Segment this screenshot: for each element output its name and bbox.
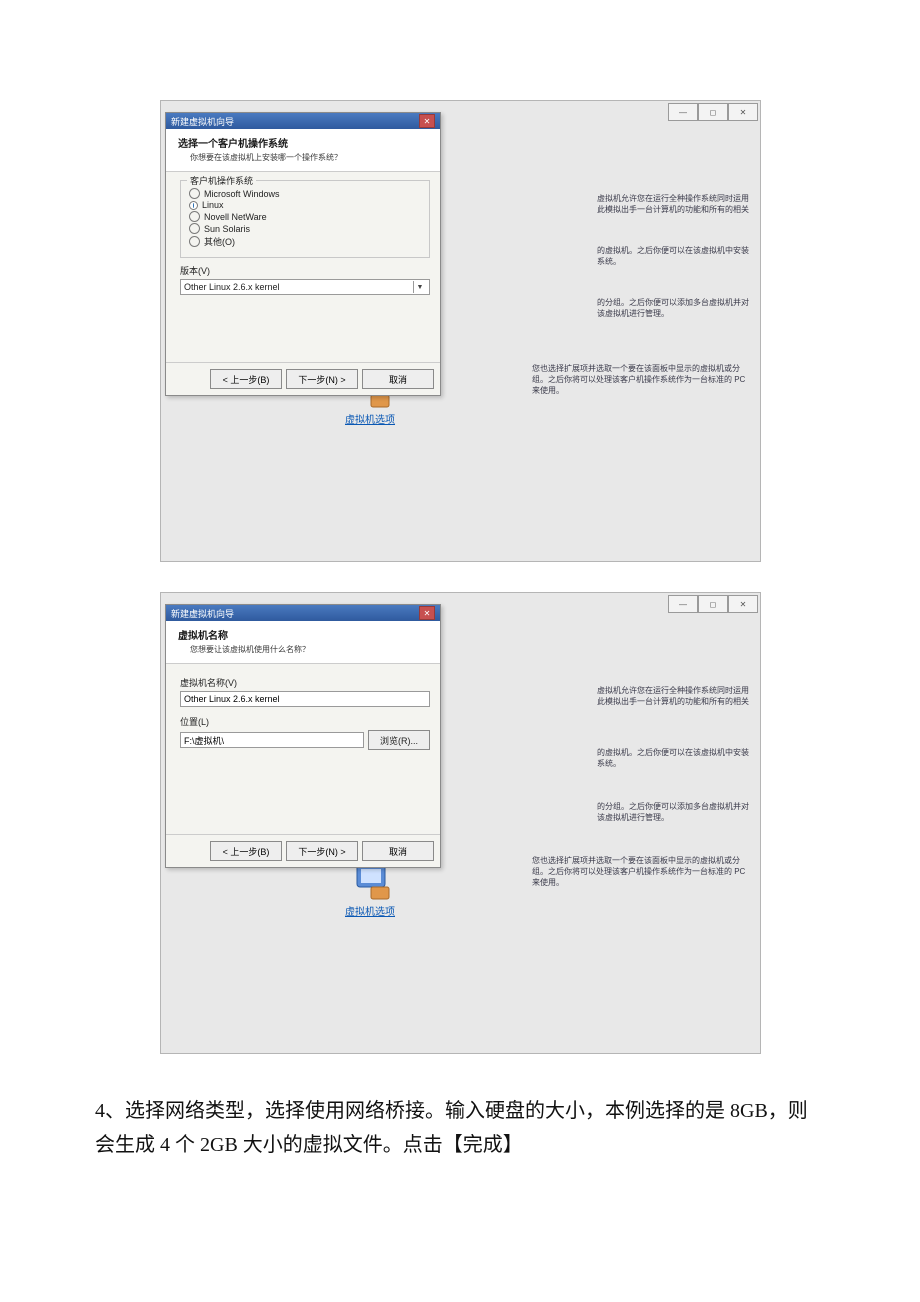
radio-windows[interactable]: Microsoft Windows bbox=[189, 188, 421, 199]
minimize-button[interactable]: — bbox=[668, 595, 698, 613]
window-controls: — ◻ ✕ bbox=[668, 595, 758, 613]
wizard-close-icon[interactable]: ✕ bbox=[419, 114, 435, 128]
side-hint-2: 的虚拟机。之后你便可以在该虚拟机中安装系统。 bbox=[597, 747, 752, 769]
back-button[interactable]: < 上一步(B) bbox=[210, 841, 282, 861]
vm-location-label: 位置(L) bbox=[180, 715, 430, 728]
maximize-button[interactable]: ◻ bbox=[698, 103, 728, 121]
side-hint-4: 您也选择扩展项并选取一个要在该面板中显示的虚拟机或分组。之后你将可以处理该客户机… bbox=[532, 363, 752, 396]
wizard-footer: < 上一步(B) 下一步(N) > 取消 bbox=[166, 362, 440, 395]
vmware-window-1: — ◻ ✕ 虚拟机允许您在运行全种操作系统同时运用此模拟出手一台计算机的功能和所… bbox=[160, 100, 761, 562]
side-hint-4: 您也选择扩展项并选取一个要在该面板中显示的虚拟机或分组。之后你将可以处理该客户机… bbox=[532, 855, 752, 888]
wizard-title-text: 新建虚拟机向导 bbox=[171, 115, 234, 128]
wizard-body: 虚拟机名称(V) 位置(L) 浏览(R)... bbox=[166, 664, 440, 834]
wizard-titlebar: 新建虚拟机向导 ✕ bbox=[166, 605, 440, 621]
vm-location-input[interactable] bbox=[180, 732, 364, 748]
vmware-window-2: — ◻ ✕ 虚拟机允许您在运行全种操作系统同时运用此模拟出手一台计算机的功能和所… bbox=[160, 592, 761, 1054]
minimize-button[interactable]: — bbox=[668, 103, 698, 121]
guest-os-group: 客户机操作系统 Microsoft Windows Linux Novell N… bbox=[180, 180, 430, 258]
wizard-subheading: 您想要让该虚拟机使用什么名称？ bbox=[190, 644, 430, 655]
radio-solaris[interactable]: Sun Solaris bbox=[189, 223, 421, 234]
radio-novell[interactable]: Novell NetWare bbox=[189, 211, 421, 222]
wizard-close-icon[interactable]: ✕ bbox=[419, 606, 435, 620]
wizard-title-text: 新建虚拟机向导 bbox=[171, 607, 234, 620]
vm-name-label: 虚拟机名称(V) bbox=[180, 676, 430, 689]
wizard-body: 客户机操作系统 Microsoft Windows Linux Novell N… bbox=[166, 172, 440, 362]
version-select[interactable]: Other Linux 2.6.x kernel ▼ bbox=[180, 279, 430, 295]
side-hint-3: 的分组。之后你便可以添加多台虚拟机并对该虚拟机进行管理。 bbox=[597, 297, 752, 319]
next-button[interactable]: 下一步(N) > bbox=[286, 841, 358, 861]
wizard-dialog-name: 新建虚拟机向导 ✕ 虚拟机名称 您想要让该虚拟机使用什么名称？ 虚拟机名称(V)… bbox=[165, 604, 441, 868]
version-value: Other Linux 2.6.x kernel bbox=[184, 282, 280, 292]
maximize-button[interactable]: ◻ bbox=[698, 595, 728, 613]
next-button[interactable]: 下一步(N) > bbox=[286, 369, 358, 389]
wizard-titlebar: 新建虚拟机向导 ✕ bbox=[166, 113, 440, 129]
version-label: 版本(V) bbox=[180, 264, 430, 277]
document-caption: 4、选择网络类型，选择使用网络桥接。输入硬盘的大小，本例选择的是 8GB，则会生… bbox=[0, 1054, 920, 1202]
chevron-down-icon: ▼ bbox=[413, 281, 426, 293]
wizard-heading: 选择一个客户机操作系统 bbox=[178, 135, 430, 150]
wizard-subheading: 你想要在该虚拟机上安装哪一个操作系统？ bbox=[190, 152, 430, 163]
radio-linux[interactable]: Linux bbox=[189, 200, 421, 210]
close-button[interactable]: ✕ bbox=[728, 595, 758, 613]
side-hint-3: 的分组。之后你便可以添加多台虚拟机并对该虚拟机进行管理。 bbox=[597, 801, 752, 823]
browse-button[interactable]: 浏览(R)... bbox=[368, 730, 430, 750]
cancel-button[interactable]: 取消 bbox=[362, 369, 434, 389]
wizard-header: 选择一个客户机操作系统 你想要在该虚拟机上安装哪一个操作系统？ bbox=[166, 129, 440, 172]
vm-name-input[interactable] bbox=[180, 691, 430, 707]
wizard-header: 虚拟机名称 您想要让该虚拟机使用什么名称？ bbox=[166, 621, 440, 664]
workstation-link[interactable]: 虚拟机选项 bbox=[345, 411, 395, 426]
wizard-footer: < 上一步(B) 下一步(N) > 取消 bbox=[166, 834, 440, 867]
radio-other[interactable]: 其他(O) bbox=[189, 235, 421, 248]
back-button[interactable]: < 上一步(B) bbox=[210, 369, 282, 389]
window-controls: — ◻ ✕ bbox=[668, 103, 758, 121]
side-hint-1: 虚拟机允许您在运行全种操作系统同时运用此模拟出手一台计算机的功能和所有的相关 bbox=[597, 193, 752, 215]
workstation-link[interactable]: 虚拟机选项 bbox=[345, 903, 395, 918]
side-hint-1: 虚拟机允许您在运行全种操作系统同时运用此模拟出手一台计算机的功能和所有的相关 bbox=[597, 685, 752, 707]
wizard-heading: 虚拟机名称 bbox=[178, 627, 430, 642]
guest-os-legend: 客户机操作系统 bbox=[187, 174, 256, 187]
wizard-dialog-os: 新建虚拟机向导 ✕ 选择一个客户机操作系统 你想要在该虚拟机上安装哪一个操作系统… bbox=[165, 112, 441, 396]
close-button[interactable]: ✕ bbox=[728, 103, 758, 121]
cancel-button[interactable]: 取消 bbox=[362, 841, 434, 861]
side-hint-2: 的虚拟机。之后你便可以在该虚拟机中安装系统。 bbox=[597, 245, 752, 267]
